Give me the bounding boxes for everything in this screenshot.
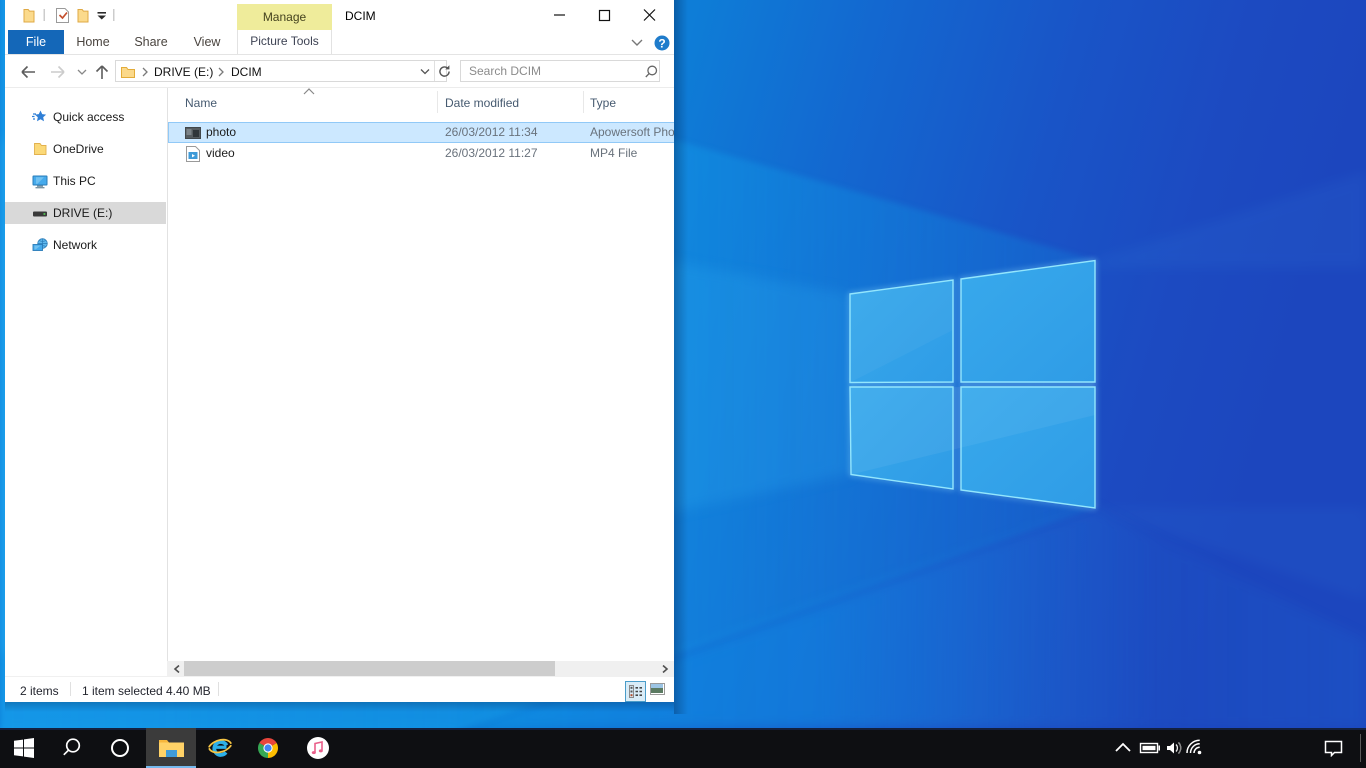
svg-text:?: ? [658, 37, 665, 51]
